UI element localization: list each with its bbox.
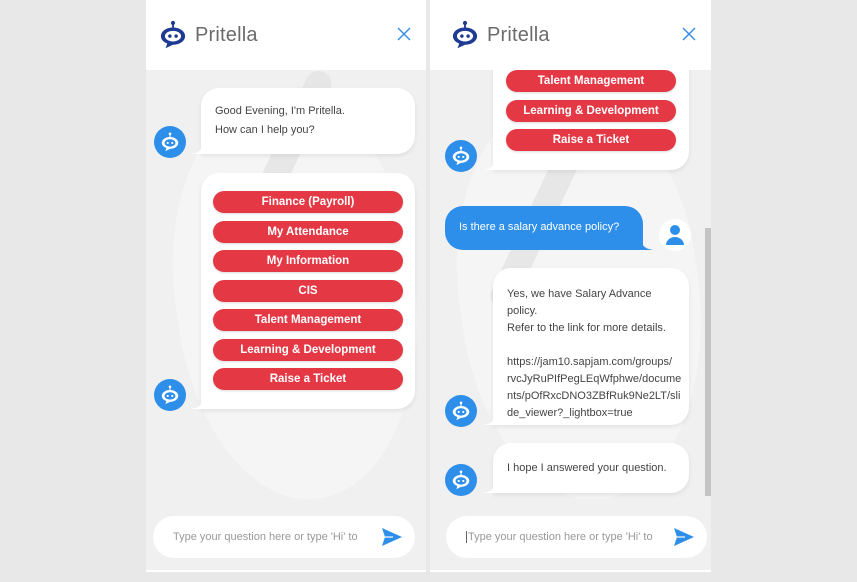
close-icon[interactable] — [681, 26, 697, 42]
bot-icon — [159, 131, 181, 153]
option-learning-development[interactable]: Learning & Development — [506, 99, 676, 122]
policy-link-line[interactable]: rvcJyRuPIfPegLEqWfphwe/docume — [507, 371, 681, 388]
option-cis[interactable]: CIS — [213, 279, 403, 302]
bot-avatar — [445, 140, 477, 172]
greeting-line-2: How can I help you? — [215, 124, 315, 136]
option-talent-management[interactable]: Talent Management — [506, 70, 676, 92]
bot-avatar — [445, 395, 477, 427]
bot-reply-bubble: Yes, we have Salary Advance policy. Refe… — [484, 268, 689, 425]
bot-avatar — [154, 126, 186, 158]
chat-header: Pritella — [146, 0, 426, 70]
user-avatar — [659, 219, 691, 251]
closing-message-bubble: I hope I answered your question. — [484, 443, 689, 493]
greeting-line-1: Good Evening, I'm Pritella. — [215, 105, 345, 117]
bot-icon — [450, 400, 472, 422]
bot-avatar — [154, 379, 186, 411]
options-bubble: Finance (Payroll) My Attendance My Infor… — [192, 173, 415, 409]
option-learning-development[interactable]: Learning & Development — [213, 338, 403, 361]
policy-link-line[interactable]: nts/pOfRxcDNO3ZBfRuk9Ne2LT/sli — [507, 388, 680, 405]
user-message-bubble: Is there a salary advance policy? — [445, 206, 652, 250]
chat-title: Pritella — [487, 23, 550, 46]
message-input[interactable] — [173, 531, 368, 543]
option-raise-ticket[interactable]: Raise a Ticket — [213, 368, 403, 390]
bot-avatar — [445, 464, 477, 496]
policy-link-line[interactable]: https://jam10.sapjam.com/groups/ — [507, 354, 675, 371]
pritella-logo-icon — [159, 20, 187, 50]
option-finance-payroll[interactable]: Finance (Payroll) — [213, 191, 403, 213]
user-icon — [666, 225, 684, 245]
message-input-bar — [153, 516, 415, 558]
message-input-bar — [446, 516, 707, 558]
option-my-information[interactable]: My Information — [213, 250, 403, 272]
option-raise-ticket[interactable]: Raise a Ticket — [506, 129, 676, 151]
option-talent-management[interactable]: Talent Management — [213, 309, 403, 331]
reply-line-2: Refer to the link for more details. — [507, 322, 666, 334]
bot-icon — [450, 145, 472, 167]
closing-message-text: I hope I answered your question. — [507, 462, 667, 474]
option-my-attendance[interactable]: My Attendance — [213, 220, 403, 243]
bot-icon — [159, 384, 181, 406]
chat-title: Pritella — [195, 23, 258, 46]
bot-icon — [450, 469, 472, 491]
send-icon[interactable] — [673, 527, 695, 547]
greeting-bubble: Good Evening, I'm Pritella. How can I he… — [192, 88, 415, 154]
chat-panel-right: Talent Management Learning & Development… — [430, 0, 711, 572]
chat-header: Pritella — [430, 0, 711, 70]
reply-line-1: Yes, we have Salary Advance policy. — [507, 288, 652, 317]
policy-link-line[interactable]: de_viewer?_lightbox=true — [507, 405, 675, 422]
user-message-text: Is there a salary advance policy? — [459, 221, 620, 233]
chat-scrollbar[interactable] — [705, 228, 711, 496]
message-input[interactable] — [466, 531, 661, 543]
pritella-logo-icon — [451, 20, 479, 50]
send-icon[interactable] — [381, 527, 403, 547]
close-icon[interactable] — [396, 26, 412, 42]
chat-panel-left: Pritella Good Evening, I'm Pritella. How… — [146, 0, 426, 572]
